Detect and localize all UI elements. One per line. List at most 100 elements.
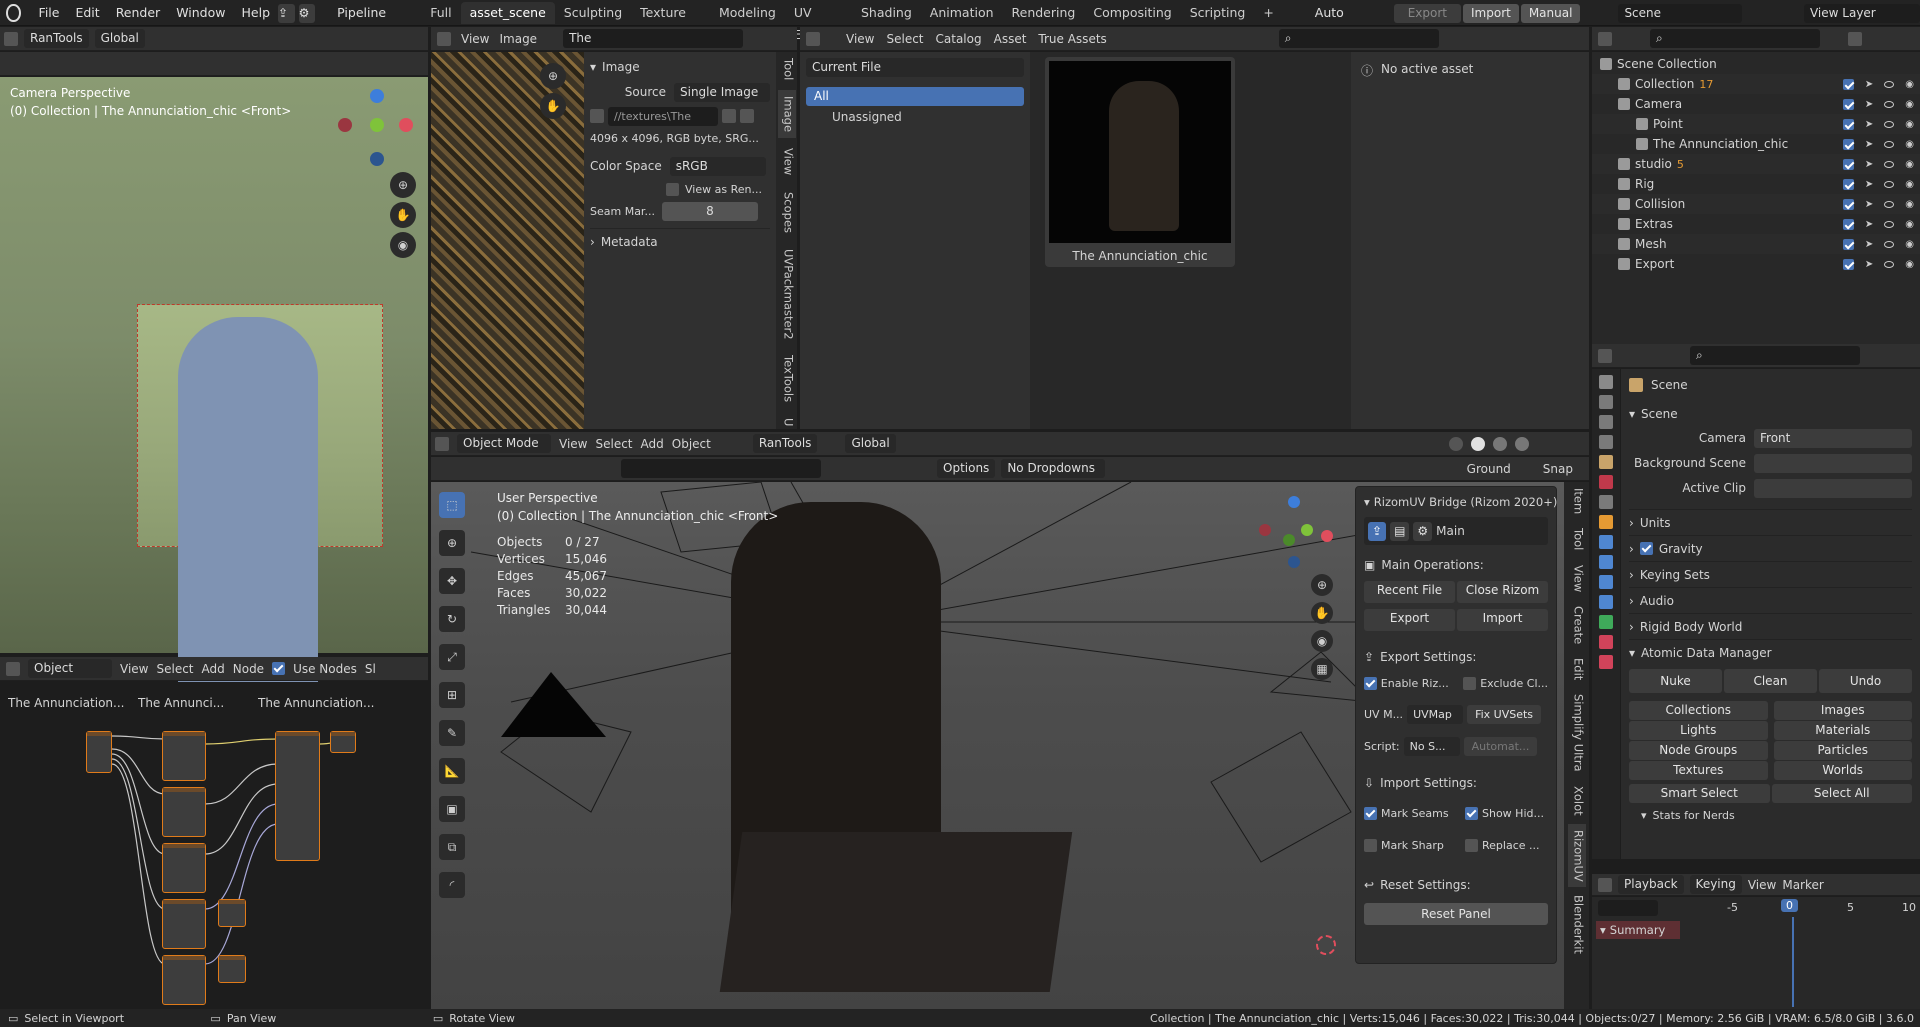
gizmo-neg-x-icon[interactable] (338, 118, 352, 132)
gizmo-z-icon[interactable] (370, 89, 384, 103)
outliner-checkbox-icon[interactable] (1842, 158, 1854, 170)
outliner-eye-icon[interactable] (1884, 160, 1895, 168)
atomic-materials[interactable]: Materials (1773, 721, 1912, 740)
scale-tool-icon[interactable]: ⤢ (439, 644, 465, 670)
image-zoom-icon[interactable]: ⊕ (540, 63, 566, 89)
snap-button[interactable]: Snap (1543, 462, 1573, 476)
node-menu-node[interactable]: Node (233, 662, 264, 676)
tab-full[interactable]: Full (421, 2, 460, 24)
editor-type-icon[interactable] (4, 31, 18, 46)
node-normal-2[interactable] (218, 955, 246, 983)
outliner-checkbox-icon[interactable] (1842, 238, 1854, 250)
replace-checkbox[interactable] (1465, 838, 1478, 852)
output-props-icon[interactable] (1599, 415, 1613, 429)
outliner-select-icon[interactable]: ➤ (1865, 99, 1873, 110)
import-button[interactable]: Import (1463, 3, 1519, 23)
rizom-import-button[interactable]: Import (1457, 609, 1548, 631)
outliner-eye-icon[interactable] (1884, 220, 1895, 228)
vp-tab-blenderkit[interactable]: Blenderkit (1568, 889, 1586, 960)
viewport-rantools-dropdown[interactable]: RanTools (752, 434, 818, 453)
viewport-gizmo-neg-z-icon[interactable] (1288, 556, 1300, 568)
rizom-main-tab-icon[interactable]: ⇪ (1368, 521, 1387, 541)
tab-uv-editing[interactable]: UV Editing (785, 2, 852, 42)
tab-u[interactable]: U (778, 412, 796, 432)
tab-shading[interactable]: Shading (852, 2, 921, 24)
breadcrumb-mesh[interactable]: The Annunci... (138, 696, 248, 710)
vp-tab-item[interactable]: Item (1568, 482, 1586, 520)
blender-logo-icon[interactable] (6, 4, 21, 22)
outliner-camera-icon[interactable]: ◉ (1905, 159, 1914, 170)
menu-edit[interactable]: Edit (67, 2, 107, 24)
vp-tab-view[interactable]: View (1568, 559, 1586, 598)
outliner-camera-icon[interactable]: ◉ (1905, 219, 1914, 230)
outliner-row[interactable]: Export ➤ ◉ (1592, 254, 1920, 274)
reload-icon[interactable] (740, 109, 754, 123)
units-section[interactable]: › Units (1629, 509, 1912, 535)
node-texture-2[interactable] (162, 787, 206, 837)
tab-scripting[interactable]: Scripting (1181, 2, 1255, 24)
viewport-type-icon[interactable] (435, 436, 449, 451)
manual-button[interactable]: Manual (1520, 3, 1581, 23)
rigid-body-section[interactable]: › Rigid Body World (1629, 613, 1912, 639)
tab-scopes[interactable]: Scopes (778, 186, 796, 239)
asset-search-input[interactable]: ⌕ (1278, 29, 1439, 48)
current-frame-marker[interactable]: 0 (1781, 899, 1798, 912)
vp-tab-xolot[interactable]: Xolot (1568, 780, 1586, 822)
viewport-menu-select[interactable]: Select (595, 437, 632, 451)
outliner-camera-icon[interactable]: ◉ (1905, 179, 1914, 190)
image-panel-header[interactable]: ▾ Image (590, 56, 770, 78)
outliner-search-input[interactable]: ⌕ (1650, 29, 1820, 48)
viewport-zoom-icon[interactable]: ⊕ (1311, 574, 1333, 596)
enable-riz-checkbox[interactable] (1364, 676, 1377, 690)
orientation-dropdown[interactable]: Global (94, 29, 145, 48)
outliner-eye-icon[interactable] (1884, 240, 1895, 248)
layout-icon[interactable]: ⇪ (278, 3, 295, 23)
uv-map-dropdown[interactable]: UVMap (1407, 704, 1464, 724)
outliner-row[interactable]: studio 5 ➤ ◉ (1592, 154, 1920, 174)
scene-selector[interactable]: Scene (1618, 3, 1742, 23)
vp-tab-rizomuv[interactable]: RizomUV (1567, 823, 1586, 888)
outliner-select-icon[interactable]: ➤ (1865, 219, 1873, 230)
outliner-row[interactable]: Point ➤ ◉ (1592, 114, 1920, 134)
wireframe-shading-icon[interactable] (1449, 436, 1463, 451)
menu-help[interactable]: Help (234, 2, 279, 24)
outliner-select-icon[interactable]: ➤ (1865, 239, 1873, 250)
tab-texture-paint[interactable]: Texture Paint (631, 2, 710, 42)
cursor-tool-icon[interactable]: ⊕ (439, 530, 465, 556)
node-texture-3[interactable] (162, 843, 206, 893)
scene-section-header[interactable]: ▾ Scene (1629, 401, 1912, 427)
outliner-select-icon[interactable]: ➤ (1865, 259, 1873, 270)
viewport-menu-object[interactable]: Object (672, 437, 711, 451)
slot-dropdown[interactable]: Sl (365, 662, 376, 676)
viewport-gizmo-y-icon[interactable] (1301, 524, 1313, 536)
add-workspace-icon[interactable]: + (1254, 2, 1282, 24)
menu-window[interactable]: Window (168, 2, 233, 24)
properties-type-icon[interactable] (1598, 348, 1612, 363)
outliner-camera-icon[interactable]: ◉ (1905, 199, 1914, 210)
color-space-dropdown[interactable]: sRGB (669, 156, 766, 176)
auto-reload-label[interactable]: Auto Reload (1307, 2, 1380, 42)
outliner-camera-icon[interactable]: ◉ (1905, 239, 1914, 250)
tab-tool[interactable]: Tool (778, 52, 796, 86)
rotate-tool-icon[interactable]: ↻ (439, 606, 465, 632)
node-texture-5[interactable] (162, 955, 206, 1005)
filter-icon[interactable] (1848, 31, 1862, 46)
atomic-images[interactable]: Images (1773, 701, 1912, 720)
asset-tile[interactable]: The Annunciation_chic (1045, 57, 1235, 267)
timeline-area[interactable]: -5 0 5 10 ▾ Summary (1592, 897, 1920, 1009)
tab-modeling[interactable]: Modeling (710, 2, 785, 24)
tab-rendering[interactable]: Rendering (1003, 2, 1085, 24)
show-hid-checkbox[interactable] (1465, 806, 1478, 820)
tab-textools[interactable]: TexTools (778, 349, 796, 408)
world-props-icon[interactable] (1599, 475, 1613, 489)
asset-menu-catalog[interactable]: Catalog (936, 32, 982, 46)
outliner-row[interactable]: Collision ➤ ◉ (1592, 194, 1920, 214)
vp-tab-simplify[interactable]: Simplify Ultra (1568, 688, 1586, 778)
rantools-dropdown[interactable]: RanTools (24, 29, 89, 48)
mark-seams-checkbox[interactable] (1364, 806, 1377, 820)
timeline-search-input[interactable] (1598, 900, 1658, 916)
outliner-row[interactable]: The Annunciation_chic ➤ ◉ (1592, 134, 1920, 154)
vp-tab-edit[interactable]: Edit (1568, 652, 1586, 686)
nuke-button[interactable]: Nuke (1629, 669, 1722, 693)
image-name-field[interactable]: The Annunciation_chic_basecolor.jpe (563, 29, 744, 48)
